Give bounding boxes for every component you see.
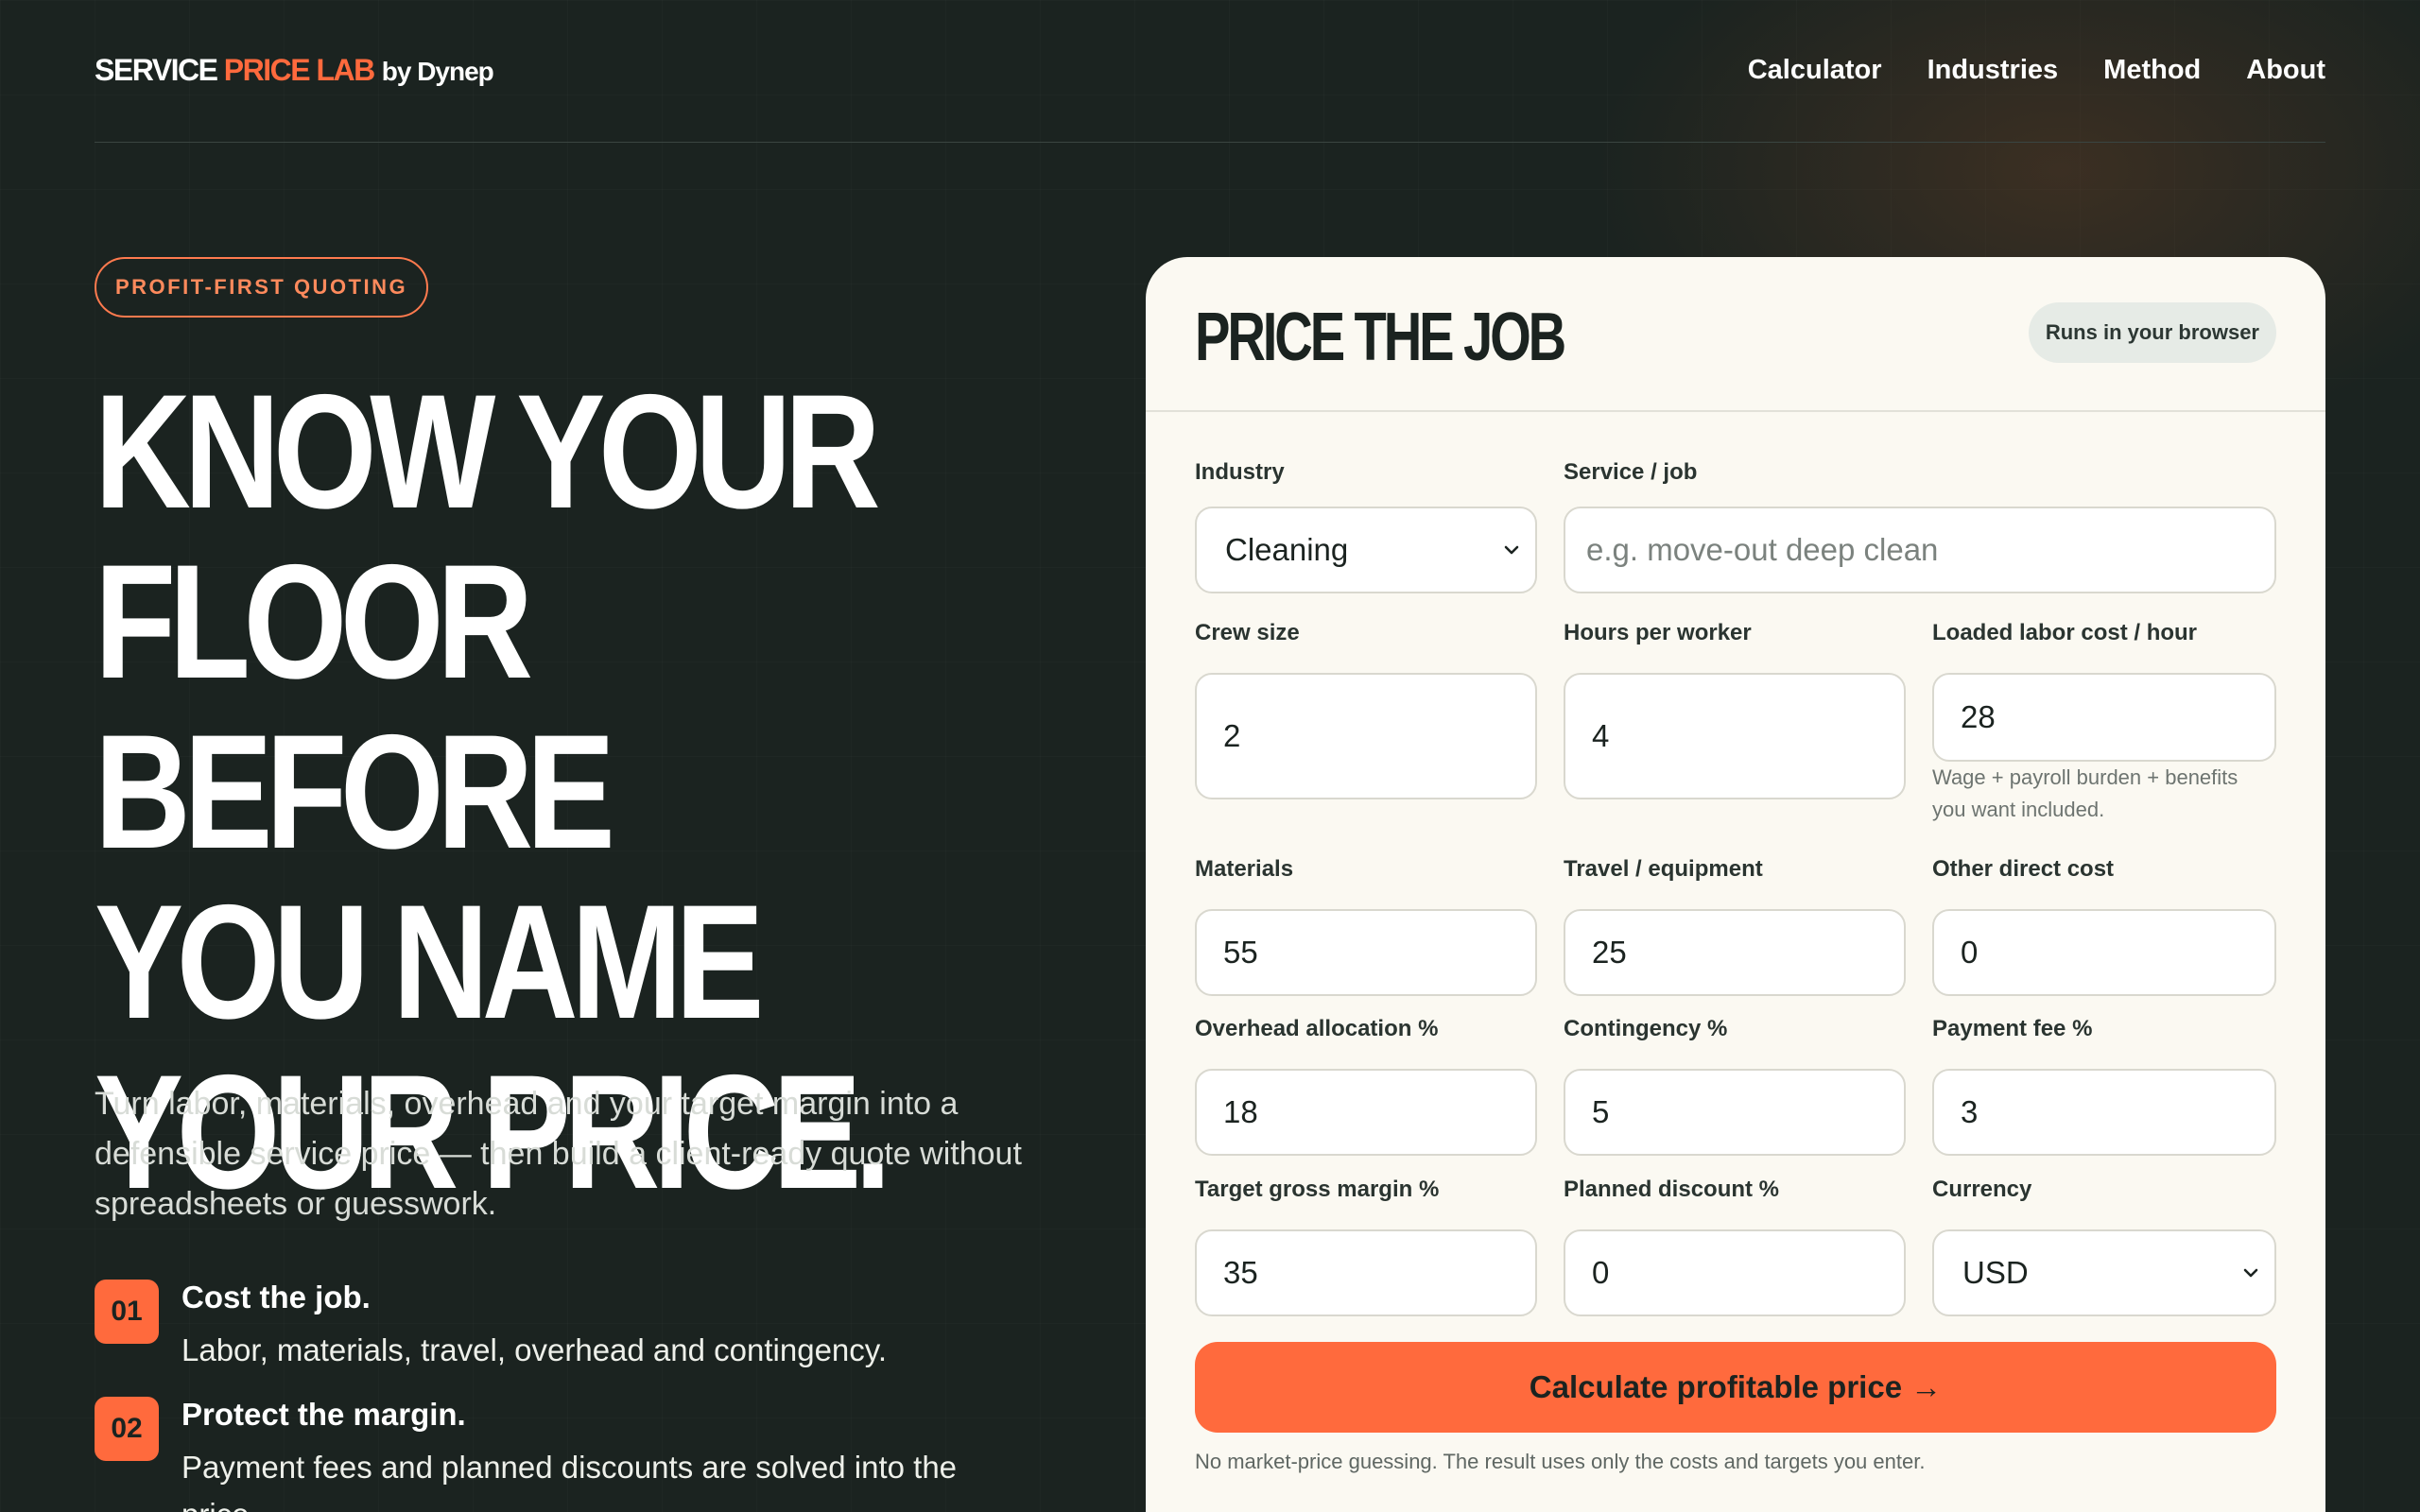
field-contingency: Contingency % 5 (1564, 1016, 1906, 1156)
select-value: Cleaning (1225, 532, 1349, 567)
field-label: Planned discount % (1564, 1177, 1780, 1202)
step-desc: Payment fees and planned discounts are s… (182, 1450, 958, 1512)
field-materials: Materials 55 (1195, 856, 1537, 996)
field-industry: Industry Cleaning (1195, 459, 1537, 593)
card-divider (1146, 410, 2325, 412)
brand-logo[interactable]: SERVICE PRICE LAB by Dynep (95, 53, 494, 88)
chevron-down-icon (1504, 545, 1519, 555)
card-footnote: No market-price guessing. The result use… (1195, 1450, 1926, 1473)
field-label: Loaded labor cost / hour (1932, 620, 2198, 645)
field-crew-size: Crew size 2 (1195, 620, 1537, 799)
headline-line: FLOOR BEFORE (95, 531, 615, 883)
nav-divider (95, 142, 2325, 143)
field-currency: Currency USD (1932, 1177, 2276, 1316)
field-label: Currency (1932, 1177, 2032, 1202)
field-other-cost: Other direct cost 0 (1932, 856, 2276, 996)
industry-select[interactable]: Cleaning (1195, 507, 1537, 593)
headline-line: YOU NAME (95, 871, 764, 1053)
headline-line: KNOW YOUR (95, 361, 881, 542)
select-value: USD (1962, 1255, 2029, 1290)
field-label: Contingency % (1564, 1016, 1728, 1041)
currency-select[interactable]: USD (1932, 1229, 2276, 1316)
step-number: 01 (95, 1280, 159, 1344)
browser-badge: Runs in your browser (2028, 302, 2276, 363)
pricing-card: PRICE THE JOB Runs in your browser Indus… (1146, 257, 2325, 1512)
hero-pill: PROFIT-FIRST QUOTING (95, 257, 429, 318)
nav-link-about[interactable]: About (2246, 55, 2325, 86)
margin-input[interactable]: 35 (1195, 1229, 1537, 1316)
field-service: Service / job e.g. move-out deep clean (1564, 459, 2276, 593)
field-label: Service / job (1564, 459, 1698, 485)
nav-link-method[interactable]: Method (2103, 55, 2201, 86)
field-label: Target gross margin % (1195, 1177, 1440, 1202)
step-title: Protect the margin. (182, 1397, 466, 1432)
field-label: Industry (1195, 459, 1285, 485)
service-input[interactable]: e.g. move-out deep clean (1564, 507, 2276, 593)
brand-part-price-lab: PRICE LAB (223, 53, 375, 87)
labor-cost-hint: Wage + payroll burden + benefits you wan… (1932, 765, 2238, 821)
labor-cost-input[interactable]: 28 (1932, 673, 2276, 762)
field-label: Crew size (1195, 620, 1300, 645)
field-label: Payment fee % (1932, 1016, 2093, 1041)
field-labor-cost: Loaded labor cost / hour 28 Wage + payro… (1932, 620, 2276, 821)
field-travel: Travel / equipment 25 (1564, 856, 1906, 996)
overhead-input[interactable]: 18 (1195, 1069, 1537, 1156)
hours-input[interactable]: 4 (1564, 673, 1906, 799)
materials-input[interactable]: 55 (1195, 909, 1537, 996)
field-label: Other direct cost (1932, 856, 2115, 882)
nav-links: Calculator Industries Method About (1748, 55, 2325, 86)
field-label: Overhead allocation % (1195, 1016, 1439, 1041)
other-cost-input[interactable]: 0 (1932, 909, 2276, 996)
nav-link-industries[interactable]: Industries (1927, 55, 2059, 86)
contingency-input[interactable]: 5 (1564, 1069, 1906, 1156)
card-title: PRICE THE JOB (1195, 300, 1566, 375)
top-nav: SERVICE PRICE LAB by Dynep Calculator Ind… (95, 49, 2325, 94)
field-hours: Hours per worker 4 (1564, 620, 1906, 799)
field-overhead: Overhead allocation % 18 (1195, 1016, 1537, 1156)
field-label: Materials (1195, 856, 1294, 882)
brand-part-service: SERVICE (95, 53, 224, 87)
field-label: Hours per worker (1564, 620, 1752, 645)
step-desc: Labor, materials, travel, overhead and c… (182, 1332, 887, 1367)
chevron-down-icon (2243, 1268, 2258, 1278)
brand-part-by: by Dynep (381, 57, 494, 86)
nav-link-calculator[interactable]: Calculator (1748, 55, 1882, 86)
crew-size-input[interactable]: 2 (1195, 673, 1537, 799)
step-title: Cost the job. (182, 1280, 371, 1314)
field-discount: Planned discount % 0 (1564, 1177, 1906, 1316)
step-number: 02 (95, 1397, 159, 1461)
travel-input[interactable]: 25 (1564, 909, 1906, 996)
field-payment-fee: Payment fee % 3 (1932, 1016, 2276, 1156)
payment-fee-input[interactable]: 3 (1932, 1069, 2276, 1156)
field-margin: Target gross margin % 35 (1195, 1177, 1537, 1316)
field-label: Travel / equipment (1564, 856, 1763, 882)
calculate-button[interactable]: Calculate profitable price → (1195, 1342, 2276, 1433)
hero-lede: Turn labor, materials, overhead and your… (95, 1086, 1022, 1222)
discount-input[interactable]: 0 (1564, 1229, 1906, 1316)
